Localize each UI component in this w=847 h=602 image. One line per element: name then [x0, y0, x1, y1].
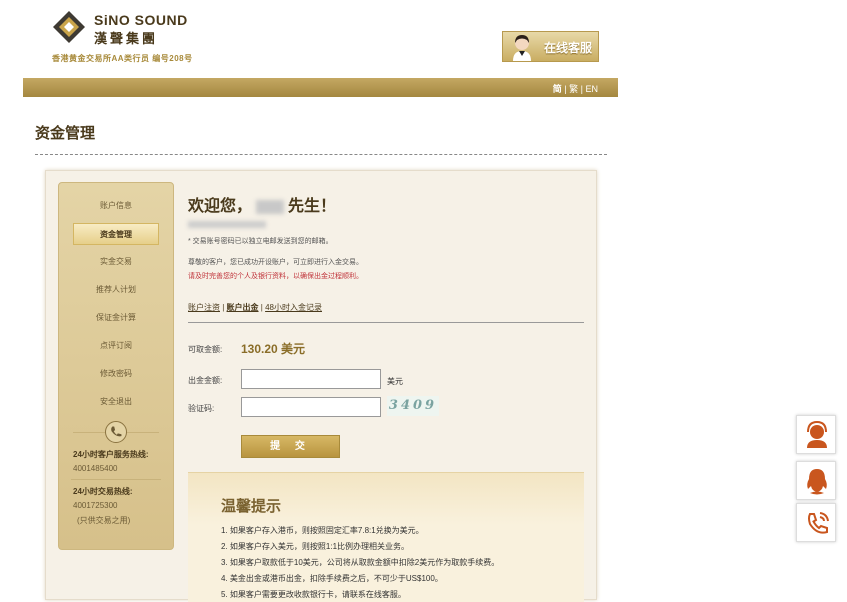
lang-sep: | [564, 84, 567, 94]
sidebar-item-margin-calc[interactable]: 保证金计算 [73, 307, 159, 329]
tab-separator: | [260, 303, 263, 312]
captcha-label: 验证码: [188, 404, 215, 413]
brand-name-cn: 漢聲集團 [94, 32, 159, 47]
sidebar-item-account-info[interactable]: 账户信息 [73, 195, 159, 217]
available-label: 可取金额: [188, 345, 223, 354]
service-hotline-number: 4001485400 [73, 464, 118, 473]
phone-icon [808, 512, 829, 534]
divider [35, 154, 607, 155]
tips-box: 温馨提示 1. 如果客户存入港币，则按照固定汇率7.8:1兑换为美元。 2. 如… [188, 472, 584, 602]
sidebar-item-change-password[interactable]: 修改密码 [73, 363, 159, 385]
tips-title: 温馨提示 [221, 498, 282, 515]
float-customer-service-button[interactable] [796, 415, 836, 454]
main-content: 欢迎您， 先生！ * 交易账号密码已以独立电邮发送到您的邮箱。 尊敬的客户，您已成… [188, 182, 588, 602]
service-hotline-title: 24小时客户服务热线: [73, 450, 149, 459]
online-service-banner[interactable]: 在线客服 [502, 31, 599, 62]
tip-item: 1. 如果客户存入港币，则按照固定汇率7.8:1兑换为美元。 [221, 526, 424, 535]
sidebar-item-fund-management[interactable]: 资金管理 [73, 223, 159, 245]
note-account-opened: 尊敬的客户，您已成功开设账户，可立即进行入金交易。 [188, 259, 363, 266]
customer-service-icon [807, 420, 827, 448]
agent-avatar-icon [513, 35, 531, 61]
redacted-name [256, 199, 285, 214]
float-phone-button[interactable] [796, 503, 836, 542]
header: SiNO SOUND 漢聲集團 香港黄金交易所AA类行员 编号208号 在线客服 [0, 0, 847, 78]
captcha-input[interactable] [241, 397, 381, 417]
withdraw-label: 出金金额: [188, 376, 223, 385]
logo-icon [53, 11, 85, 43]
submit-button[interactable]: 提 交 [241, 435, 340, 458]
withdraw-amount-input[interactable] [241, 369, 381, 389]
tip-item: 2. 如果客户存入美元，则按照1:1比例办理相关业务。 [221, 542, 410, 551]
language-switcher: 简 | 繁 | EN [553, 82, 598, 95]
tip-item: 5. 如果客户需要更改收款银行卡，请联系在线客服。 [221, 590, 406, 599]
sidebar-item-referral[interactable]: 推荐人计划 [73, 279, 159, 301]
withdraw-unit: 美元 [387, 377, 403, 386]
tab-links: 账户注资 | 账户出金 | 48小时入金记录 [188, 302, 322, 313]
welcome-prefix: 欢迎您， [188, 198, 253, 215]
tab-deposit-records[interactable]: 48小时入金记录 [265, 303, 322, 312]
tip-item: 3. 如果客户取款低于10美元，公司将从取款金额中扣除2美元作为取款手续费。 [221, 558, 500, 567]
welcome-heading: 欢迎您， 先生！ [188, 192, 336, 216]
trade-hotline-note: (只供交易之用) [77, 516, 131, 525]
hotline-divider [71, 479, 161, 480]
tab-deposit[interactable]: 账户注资 [188, 303, 220, 312]
note-password: * 交易账号密码已以独立电邮发送到您的邮箱。 [188, 238, 333, 245]
lang-sep: | [580, 84, 583, 94]
sidebar-item-logout[interactable]: 安全退出 [73, 391, 159, 413]
tab-separator: | [222, 303, 225, 312]
online-service-label: 在线客服 [543, 41, 592, 55]
float-qq-button[interactable] [796, 461, 836, 500]
captcha-image[interactable]: 3409 [387, 396, 439, 416]
welcome-suffix: 先生！ [288, 198, 337, 215]
trade-hotline-number: 4001725300 [73, 501, 118, 510]
lang-traditional[interactable]: 繁 [569, 84, 578, 94]
section-divider [188, 322, 584, 323]
tab-withdraw[interactable]: 账户出金 [227, 303, 259, 312]
lang-simplified[interactable]: 简 [553, 84, 562, 94]
page-title: 资金管理 [35, 125, 96, 142]
trade-hotline-title: 24小时交易热线: [73, 487, 133, 496]
phone-icon [105, 421, 127, 443]
language-bar: 简 | 繁 | EN [23, 78, 618, 97]
tip-item: 4. 美金出金或港币出金，扣除手续费之后，不可少于US$100。 [221, 574, 443, 583]
member-line: 香港黄金交易所AA类行员 编号208号 [52, 54, 193, 63]
sidebar-item-physical-gold[interactable]: 实金交易 [73, 251, 159, 273]
available-amount: 130.20 美元 [241, 342, 306, 356]
sidebar-item-subscription[interactable]: 点评订阅 [73, 335, 159, 357]
note-warning: 请及时完善您的个人及银行资料，以确保出金过程顺利。 [188, 273, 363, 280]
qq-icon [807, 469, 827, 495]
lang-english[interactable]: EN [585, 84, 598, 94]
brand-name-en: SiNO SOUND [94, 12, 188, 28]
sidebar: 账户信息 资金管理 实金交易 推荐人计划 保证金计算 点评订阅 修改密码 安全退… [58, 182, 174, 550]
redacted-account [188, 221, 266, 228]
